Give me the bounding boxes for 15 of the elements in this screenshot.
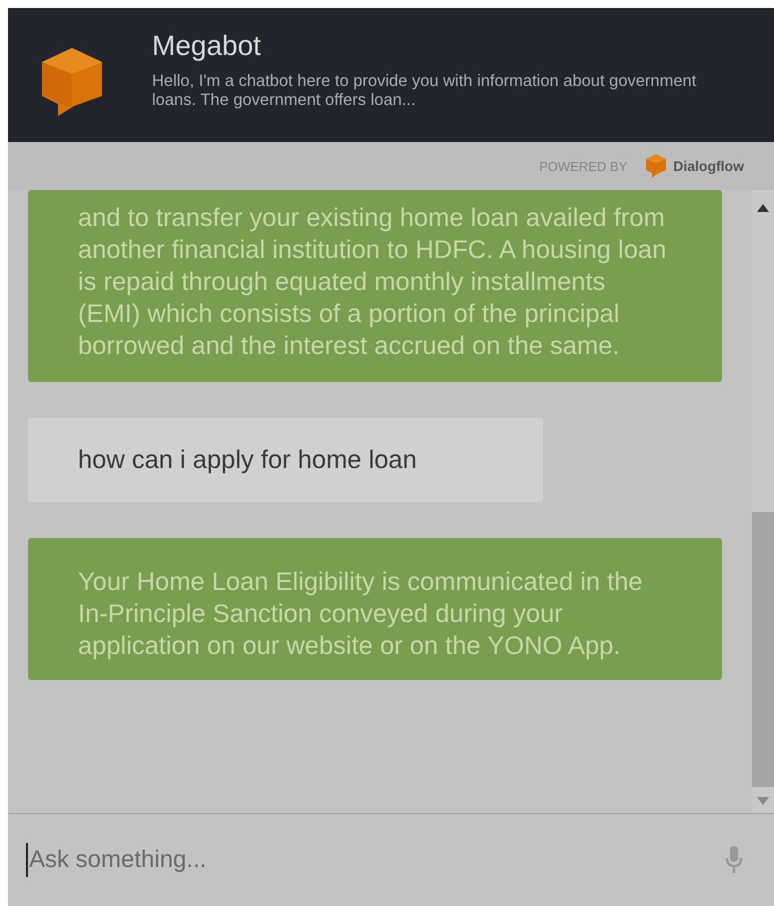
chat-bubble-cube-icon xyxy=(645,153,668,179)
chat-bubble-cube-icon xyxy=(40,46,104,118)
scrollbar-thumb[interactable] xyxy=(752,512,774,787)
scroll-down-icon[interactable] xyxy=(757,797,769,805)
brand-name: Dialogflow xyxy=(673,158,744,174)
bot-message: and to transfer your existing home loan availed from another financial institution to HDFC. A housing loan is repaid through equated monthly installments (EMI) which consists of a portion of the principal borrowed and the interest accrued on the same. xyxy=(28,190,722,382)
bot-message: Your Home Loan Eligibility is communicated in the In-Principle Sanction conveyed during your application on our website or on the YONO App. xyxy=(28,538,722,680)
microphone-icon[interactable] xyxy=(724,845,744,875)
user-message: how can i apply for home loan xyxy=(28,418,543,502)
message-input[interactable]: Ask something... xyxy=(26,843,724,877)
bot-description: Hello, I'm a chatbot here to provide you with information about government loans. The government offers loan... xyxy=(152,72,698,110)
bot-title: Megabot xyxy=(152,30,262,62)
scroll-up-icon[interactable] xyxy=(757,204,769,212)
powered-by-label: POWERED BY xyxy=(539,158,628,174)
scrollbar[interactable] xyxy=(752,190,774,813)
